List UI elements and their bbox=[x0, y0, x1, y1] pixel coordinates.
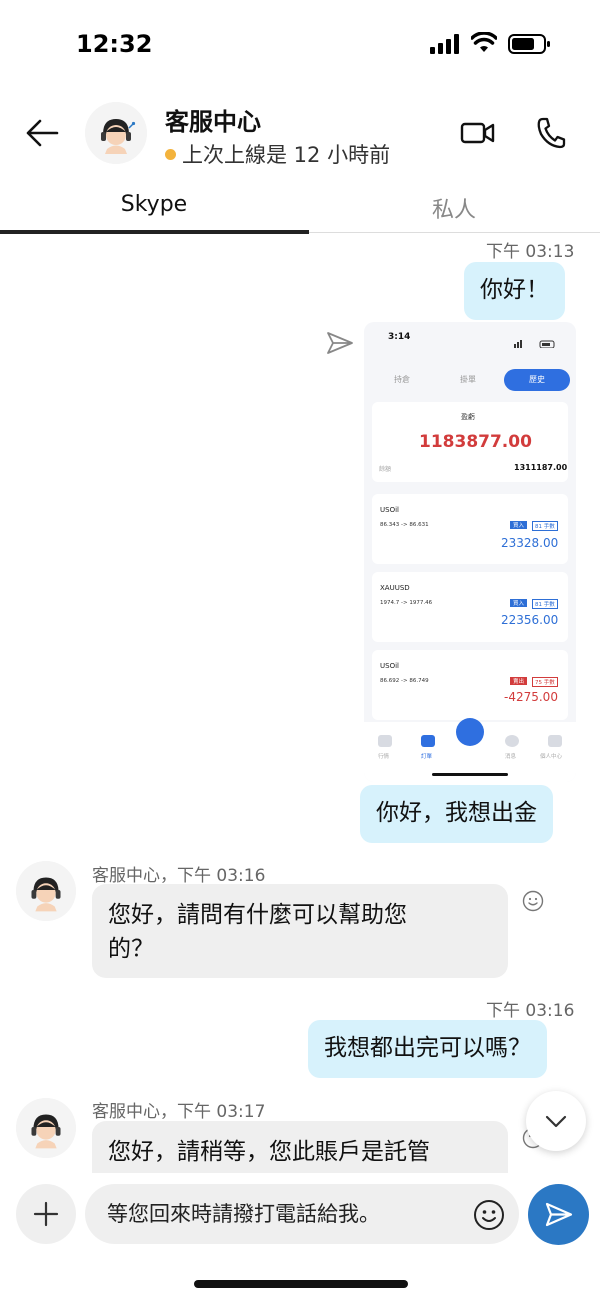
image-nav-label: 行情 bbox=[378, 754, 390, 760]
image-balance-value: 1311187.00 bbox=[514, 463, 568, 472]
image-trade-side: 買入 bbox=[510, 521, 528, 529]
add-attachment-button[interactable] bbox=[16, 1184, 76, 1244]
image-trade-symbol: USOil bbox=[380, 662, 399, 670]
image-status-time: 3:14 bbox=[388, 332, 411, 342]
message-text: 您好，請稍等，您此賬戶是託管 bbox=[108, 1139, 430, 1165]
add-reaction-icon[interactable] bbox=[522, 890, 544, 912]
message-timestamp: 下午 03:16 bbox=[486, 1001, 575, 1021]
message-sender: 客服中心，下午 03:16 bbox=[92, 866, 266, 886]
image-nav-label: 訂單 bbox=[421, 754, 433, 760]
last-seen-status: 上次上線是 12 小時前 bbox=[165, 139, 390, 169]
message-text: 你好！ bbox=[480, 277, 549, 303]
image-tab-history: 歷史 bbox=[504, 369, 570, 391]
tab-private[interactable]: 私人 bbox=[308, 192, 600, 224]
outgoing-message[interactable]: 我想都出完可以嗎？ bbox=[308, 1020, 547, 1078]
image-nav-orders-icon bbox=[421, 735, 435, 747]
outgoing-message[interactable]: 你好！ bbox=[464, 262, 565, 320]
image-profit-label: 盈虧 bbox=[461, 413, 475, 421]
image-nav-label: 消息 bbox=[505, 754, 517, 760]
back-arrow-icon[interactable] bbox=[24, 118, 60, 148]
sender-avatar[interactable] bbox=[16, 861, 76, 921]
scroll-to-bottom-button[interactable] bbox=[526, 1091, 586, 1151]
support-agent-icon bbox=[85, 102, 147, 164]
message-text: 您好，請問有什麼可以幫助您 bbox=[108, 902, 407, 928]
message-text: 我想都出完可以嗎？ bbox=[324, 1035, 531, 1061]
image-balance-label: 餘額 bbox=[379, 466, 392, 473]
outgoing-message[interactable]: 你好，我想出金 bbox=[360, 785, 553, 843]
image-nav-label: 個人中心 bbox=[540, 754, 563, 760]
message-text: 的？ bbox=[108, 936, 154, 962]
cellular-signal-icon bbox=[430, 34, 459, 54]
shared-screenshot-image[interactable]: 3:14 持倉 掛單 歷史 盈虧 1183877.00 餘額 1311187.0… bbox=[364, 322, 576, 782]
image-trade-side: 賣出 bbox=[510, 677, 528, 685]
message-input[interactable]: 等您回來時請撥打電話給我。 bbox=[85, 1184, 519, 1244]
support-agent-icon bbox=[16, 1098, 76, 1158]
image-trade-side: 買入 bbox=[510, 599, 528, 607]
emoji-icon[interactable] bbox=[473, 1199, 505, 1231]
chevron-down-icon bbox=[545, 1115, 567, 1128]
image-tab-pending: 掛單 bbox=[460, 375, 476, 384]
home-indicator bbox=[194, 1280, 408, 1288]
message-sender: 客服中心，下午 03:17 bbox=[92, 1102, 266, 1122]
active-tab-indicator bbox=[0, 230, 309, 234]
wifi-icon bbox=[471, 32, 497, 52]
image-trade-prices: 86.692 -> 86.749 bbox=[380, 678, 429, 684]
video-call-icon[interactable] bbox=[460, 118, 496, 148]
image-trade-lots: 81 手數 bbox=[532, 599, 558, 609]
image-nav-messages-icon bbox=[505, 735, 519, 747]
contact-name: 客服中心 bbox=[165, 108, 261, 136]
contact-avatar[interactable] bbox=[85, 102, 147, 164]
image-trade-prices: 1974.7 -> 1977.46 bbox=[380, 600, 433, 606]
image-home-indicator bbox=[432, 773, 508, 776]
image-profit-value: 1183877.00 bbox=[419, 432, 532, 452]
status-time: 12:32 bbox=[76, 30, 153, 58]
image-trade-symbol: USOil bbox=[380, 506, 399, 514]
send-button[interactable] bbox=[528, 1184, 589, 1245]
last-seen-text: 上次上線是 12 小時前 bbox=[182, 143, 391, 167]
audio-call-icon[interactable] bbox=[536, 116, 566, 150]
image-status-icons bbox=[514, 333, 558, 349]
incoming-message[interactable]: 您好，請問有什麼可以幫助您 的？ bbox=[92, 884, 508, 978]
image-trade-pnl: 23328.00 bbox=[501, 536, 559, 550]
image-trade-lots: 81 手數 bbox=[532, 521, 558, 531]
image-trade-prices: 86.343 -> 86.631 bbox=[380, 522, 429, 528]
message-timestamp: 下午 03:13 bbox=[486, 242, 575, 262]
sender-avatar[interactable] bbox=[16, 1098, 76, 1158]
plus-icon bbox=[33, 1201, 59, 1227]
away-status-dot-icon bbox=[165, 148, 176, 160]
support-agent-icon bbox=[16, 861, 76, 921]
image-trade-pnl: -4275.00 bbox=[504, 690, 558, 704]
image-nav-trade-icon bbox=[456, 718, 484, 746]
image-nav-profile-icon bbox=[548, 735, 562, 747]
image-trade-lots: 75 手數 bbox=[532, 677, 558, 687]
image-trade-symbol: XAUUSD bbox=[380, 584, 410, 592]
image-tab-holdings: 持倉 bbox=[394, 375, 410, 384]
battery-icon bbox=[508, 34, 550, 54]
message-text: 你好，我想出金 bbox=[376, 800, 537, 826]
send-icon bbox=[545, 1202, 573, 1227]
message-input-text: 等您回來時請撥打電話給我。 bbox=[107, 1202, 380, 1226]
tab-skype[interactable]: Skype bbox=[0, 192, 308, 217]
incoming-message[interactable]: 您好，請稍等，您此賬戶是託管 bbox=[92, 1121, 508, 1173]
sent-status-icon bbox=[327, 332, 353, 354]
image-nav-market-icon bbox=[378, 735, 392, 747]
image-trade-pnl: 22356.00 bbox=[501, 613, 559, 627]
